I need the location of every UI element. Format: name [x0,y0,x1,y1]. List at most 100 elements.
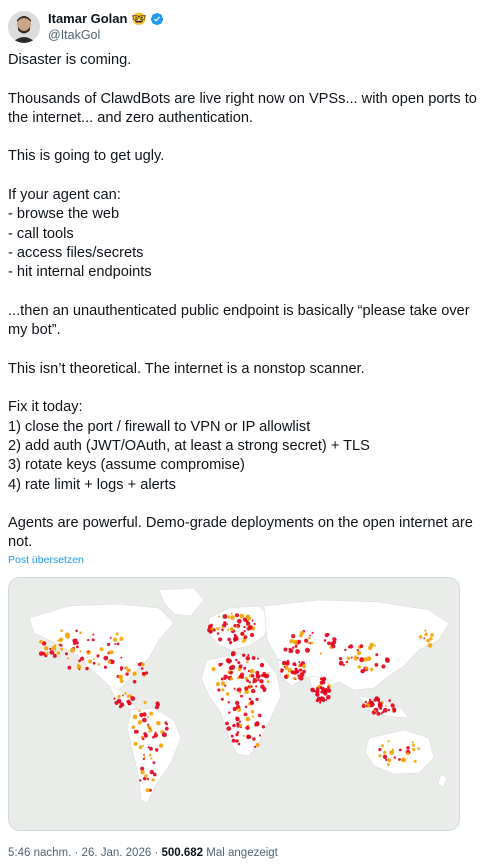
server-dot [238,664,243,669]
server-dot [285,661,290,666]
server-dot [374,644,377,647]
server-dot [118,674,123,680]
server-dot [364,666,369,670]
server-dot [247,625,253,630]
post-date[interactable]: 26. Jan. 2026 [82,847,152,859]
server-dot [229,641,233,645]
server-dot [353,656,358,661]
server-dot [148,746,151,749]
server-dot [245,725,250,730]
server-dot [383,750,387,755]
server-dot [387,758,392,763]
server-dot [248,681,251,684]
server-dot [364,700,367,704]
server-dot [235,739,239,743]
server-dot [242,734,245,737]
server-dot [141,672,144,675]
server-dot [60,647,64,651]
server-dot [107,642,111,647]
server-dot [251,619,254,622]
server-dot [131,725,136,729]
server-dot [49,647,52,651]
server-dot [247,685,250,688]
server-dot [229,677,233,681]
server-dot [252,678,258,683]
server-dot [332,637,337,641]
server-dot [250,710,255,714]
view-count: 500.682 [161,847,204,859]
server-dot [363,657,366,660]
paragraph-3: This is going to get ugly. [8,147,478,166]
server-dot [378,748,382,752]
server-dot [398,758,401,761]
tweet-header: Itamar Golan 🤓 @ItakGol [8,9,164,45]
server-dot [382,754,388,759]
server-dot [143,733,148,738]
server-dot [424,629,427,632]
server-dot [112,637,118,642]
server-dot [254,745,257,748]
nerd-face-emoji: 🤓 [131,12,147,26]
server-dot [144,774,148,778]
server-dot [147,778,150,781]
server-dot [248,697,252,701]
list-item: 2) add auth (JWT/OAuth, at least a stron… [8,437,370,454]
server-dot [299,633,303,638]
server-dot [255,674,261,679]
paragraph-1: Disaster is coming. [8,51,478,70]
avatar[interactable] [8,11,40,43]
server-dot [216,627,220,631]
server-dot [327,686,330,689]
list-item: - browse the web [8,206,120,223]
server-dot [418,635,423,639]
server-dot [134,729,138,734]
server-dot [228,659,232,663]
verified-badge-icon [150,12,164,26]
server-dot [320,690,324,694]
server-dot [293,639,298,645]
server-dot [252,737,256,741]
server-dot [119,678,124,684]
server-dot [154,748,159,752]
server-dot [319,680,324,685]
server-dot [221,688,225,692]
server-dot [261,725,265,729]
separator: · [154,847,159,859]
tweet-text: Disaster is coming. Thousands of ClawdBo… [8,51,478,553]
server-dot [239,723,243,728]
server-dot [216,632,220,635]
server-dot [235,658,238,662]
user-handle[interactable]: @ItakGol [48,27,164,43]
server-dot [401,758,405,762]
server-dot [411,741,414,744]
server-dot [143,701,147,704]
server-dot [99,647,104,652]
server-dot [225,692,230,696]
text-line: Thousands of ClawdBots are live right no… [8,90,477,107]
attached-image[interactable] [8,577,460,831]
server-dot [103,665,107,669]
server-dot [387,708,390,712]
server-dot [259,662,265,668]
server-dot [126,694,130,698]
server-dot [59,637,64,642]
server-dot [67,657,70,660]
server-dot [232,706,237,712]
server-dot [255,685,258,688]
translate-post-link[interactable]: Post übersetzen [8,554,84,566]
server-dot [92,661,96,665]
server-dot [297,664,300,667]
server-dot [250,674,255,678]
server-dot [263,673,267,677]
server-dot [234,700,240,706]
server-dot [150,757,153,760]
server-dot [142,717,147,723]
server-dot [240,631,245,636]
server-dot [239,613,245,619]
server-dot [356,650,362,656]
server-dot [59,643,63,647]
text-line: Disaster is coming. [8,52,132,68]
post-time[interactable]: 5:46 nachm. [8,847,71,859]
server-dot [380,712,383,715]
display-name[interactable]: Itamar Golan [48,11,127,27]
